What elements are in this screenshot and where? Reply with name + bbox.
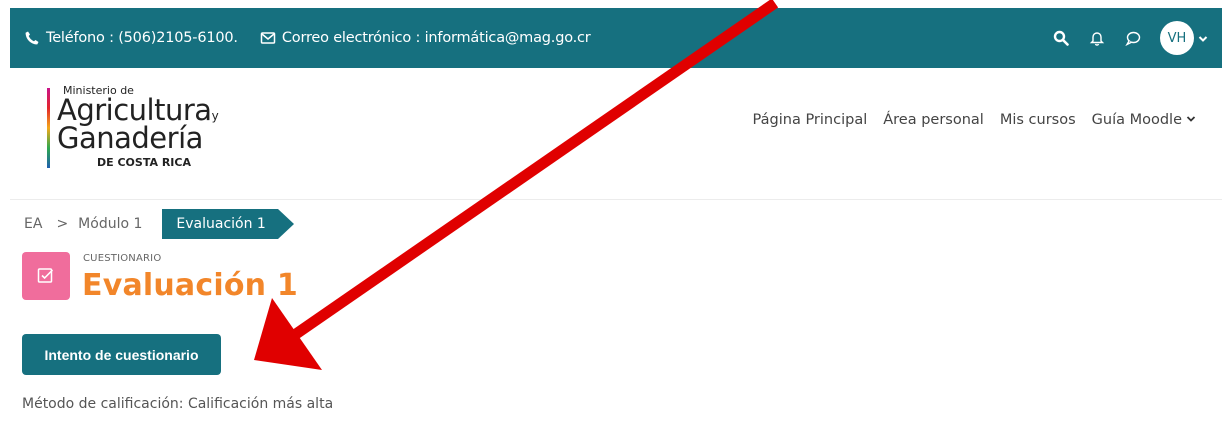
breadcrumb-item-module[interactable]: Módulo 1: [78, 216, 142, 232]
site-logo[interactable]: Ministerio de Agriculturay Ganadería DE …: [43, 82, 253, 182]
email-text: Correo electrónico : informática@mag.go.…: [281, 30, 591, 46]
bell-icon[interactable]: [1088, 29, 1106, 47]
nav-item-moodle-guide-label: Guía Moodle: [1091, 112, 1182, 128]
breadcrumb-item-current[interactable]: Evaluación 1: [162, 209, 295, 239]
mail-icon: [260, 30, 276, 46]
user-menu[interactable]: VH: [1160, 21, 1208, 55]
top-bar: Teléfono : (506)2105-6100. Correo electr…: [10, 8, 1222, 68]
logo-line-2-suffix: y: [211, 109, 219, 123]
logo-line-4: DE COSTA RICA: [97, 156, 191, 169]
chevron-down-icon[interactable]: [1198, 29, 1208, 48]
phone-icon: [24, 30, 40, 46]
chevron-down-icon: [1186, 112, 1196, 128]
avatar[interactable]: VH: [1160, 21, 1194, 55]
activity-type-label: CUESTIONARIO: [83, 253, 162, 264]
nav-item-home[interactable]: Página Principal: [753, 112, 868, 128]
attempt-quiz-button[interactable]: Intento de cuestionario: [22, 334, 221, 375]
grading-method-text: Método de calificación: Calificación más…: [22, 396, 334, 412]
logo-line-3: Ganadería: [57, 121, 203, 155]
site-header: Ministerio de Agriculturay Ganadería DE …: [10, 68, 1222, 200]
page-title: Evaluación 1: [82, 268, 298, 303]
logo-color-bar: [47, 88, 50, 168]
breadcrumb-item-course[interactable]: EA: [24, 216, 42, 232]
nav-item-my-courses[interactable]: Mis cursos: [1000, 112, 1076, 128]
contact-info: Teléfono : (506)2105-6100. Correo electr…: [24, 30, 591, 46]
breadcrumb-separator: >: [56, 216, 69, 232]
phone-text: Teléfono : (506)2105-6100.: [46, 30, 238, 46]
breadcrumb: EA > Módulo 1 Evaluación 1: [24, 208, 295, 240]
nav-item-dashboard[interactable]: Área personal: [883, 112, 984, 128]
quiz-icon: [22, 252, 70, 300]
search-icon[interactable]: [1052, 29, 1070, 47]
primary-nav: Página Principal Área personal Mis curso…: [753, 112, 1196, 128]
chat-icon[interactable]: [1124, 29, 1142, 47]
nav-item-moodle-guide[interactable]: Guía Moodle: [1092, 112, 1196, 128]
